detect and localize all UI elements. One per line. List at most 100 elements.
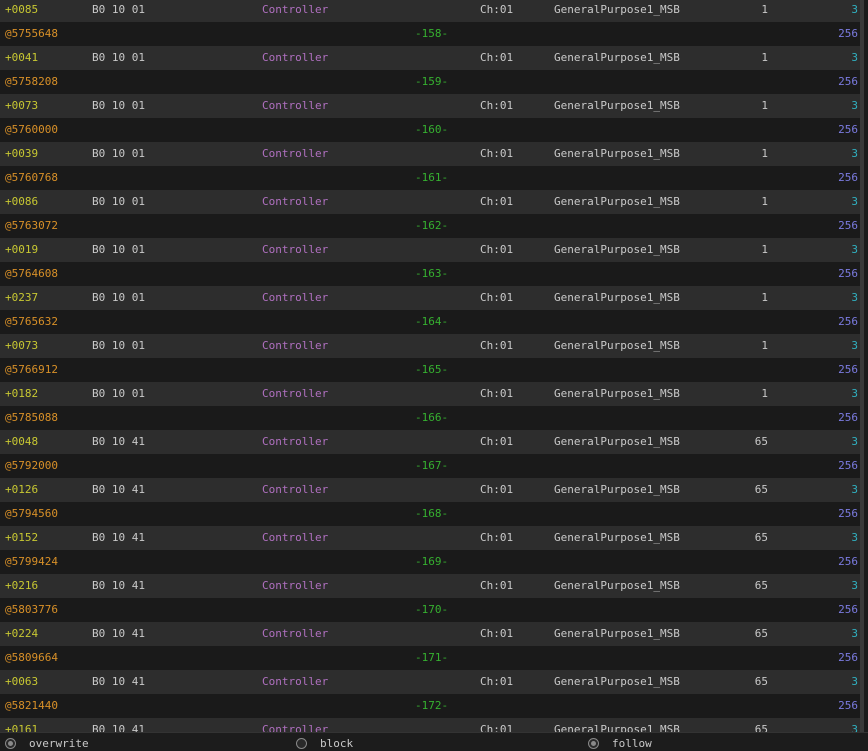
delta-time: +0073 [5,99,39,112]
timestamp-row[interactable]: @5794560 -168- 256 [0,502,864,526]
event-row[interactable]: +0086 B0 10 01 Controller Ch:01 GeneralPurpo… [0,190,864,214]
mode-bar: overwrite block follow [0,732,868,751]
absolute-time: @5803776 [5,603,58,616]
timestamp-row[interactable]: @5764608 -163- 256 [0,262,864,286]
radio-button-icon[interactable] [5,738,16,749]
timestamp-row[interactable]: @5809664 -171- 256 [0,646,864,670]
event-row[interactable]: +0216 B0 10 41 Controller Ch:01 GeneralPurpo… [0,574,864,598]
radio-button-icon[interactable] [296,738,307,749]
radio-button-icon[interactable] [588,738,599,749]
buffer-size: 256 [838,27,858,40]
timestamp-row[interactable]: @5758208 -159- 256 [0,70,864,94]
event-index: -159- [415,75,449,88]
controller-value: 1 [761,147,768,160]
channel-number: 3 [851,147,858,160]
channel: Ch:01 [480,195,514,208]
message-type: Controller [262,483,329,496]
message-type: Controller [262,531,329,544]
buffer-size: 256 [838,171,858,184]
controller-name: GeneralPurpose1_MSB [554,195,680,208]
buffer-size: 256 [838,459,858,472]
channel: Ch:01 [480,243,514,256]
message-type: Controller [262,579,329,592]
event-row[interactable]: +0073 B0 10 01 Controller Ch:01 GeneralPurpo… [0,94,864,118]
raw-bytes: B0 10 41 [92,723,145,732]
controller-value: 65 [754,627,768,640]
event-list: +0085 B0 10 01 Controller Ch:01 GeneralPurpo… [0,0,864,732]
buffer-size: 256 [838,699,858,712]
timestamp-row[interactable]: @5760768 -161- 256 [0,166,864,190]
event-row[interactable]: +0039 B0 10 01 Controller Ch:01 GeneralPurpo… [0,142,864,166]
block-label: block [320,737,354,750]
message-type: Controller [262,99,329,112]
vertical-scrollbar[interactable] [860,0,864,732]
delta-time: +0224 [5,627,39,640]
buffer-size: 256 [838,651,858,664]
timestamp-row[interactable]: @5766912 -165- 256 [0,358,864,382]
message-type: Controller [262,627,329,640]
timestamp-row[interactable]: @5803776 -170- 256 [0,598,864,622]
controller-value: 65 [754,723,768,732]
buffer-size: 256 [838,219,858,232]
controller-value: 65 [754,483,768,496]
event-row[interactable]: +0063 B0 10 41 Controller Ch:01 GeneralPurpo… [0,670,864,694]
timestamp-row[interactable]: @5792000 -167- 256 [0,454,864,478]
scrollbar-thumb[interactable] [860,0,864,732]
midi-event-log[interactable]: +0085 B0 10 01 Controller Ch:01 GeneralPurpo… [0,0,864,732]
event-row[interactable]: +0182 B0 10 01 Controller Ch:01 GeneralPurpo… [0,382,864,406]
event-row[interactable]: +0019 B0 10 01 Controller Ch:01 GeneralPurpo… [0,238,864,262]
event-row[interactable]: +0224 B0 10 41 Controller Ch:01 GeneralPurpo… [0,622,864,646]
delta-time: +0182 [5,387,39,400]
channel-number: 3 [851,675,858,688]
channel-number: 3 [851,579,858,592]
raw-bytes: B0 10 01 [92,99,145,112]
timestamp-row[interactable]: @5785088 -166- 256 [0,406,864,430]
delta-time: +0126 [5,483,39,496]
raw-bytes: B0 10 41 [92,435,145,448]
timestamp-row[interactable]: @5765632 -164- 256 [0,310,864,334]
channel-number: 3 [851,195,858,208]
channel: Ch:01 [480,147,514,160]
controller-name: GeneralPurpose1_MSB [554,147,680,160]
timestamp-row[interactable]: @5821440 -172- 256 [0,694,864,718]
event-row[interactable]: +0126 B0 10 41 Controller Ch:01 GeneralPurpo… [0,478,864,502]
absolute-time: @5763072 [5,219,58,232]
raw-bytes: B0 10 01 [92,291,145,304]
controller-value: 65 [754,579,768,592]
controller-name: GeneralPurpose1_MSB [554,243,680,256]
buffer-size: 256 [838,507,858,520]
channel-number: 3 [851,51,858,64]
event-index: -166- [415,411,449,424]
controller-value: 65 [754,531,768,544]
event-row[interactable]: +0048 B0 10 41 Controller Ch:01 GeneralPurpo… [0,430,864,454]
event-index: -168- [415,507,449,520]
delta-time: +0152 [5,531,39,544]
controller-value: 1 [761,3,768,16]
controller-value: 1 [761,339,768,352]
buffer-size: 256 [838,411,858,424]
event-row[interactable]: +0237 B0 10 01 Controller Ch:01 GeneralPurpo… [0,286,864,310]
event-row[interactable]: +0161 B0 10 41 Controller Ch:01 GeneralPurpo… [0,718,864,732]
channel: Ch:01 [480,579,514,592]
channel-number: 3 [851,627,858,640]
absolute-time: @5794560 [5,507,58,520]
event-index: -162- [415,219,449,232]
message-type: Controller [262,339,329,352]
event-row[interactable]: +0073 B0 10 01 Controller Ch:01 GeneralPurpo… [0,334,864,358]
timestamp-row[interactable]: @5760000 -160- 256 [0,118,864,142]
event-row[interactable]: +0085 B0 10 01 Controller Ch:01 GeneralPurpo… [0,0,864,22]
buffer-size: 256 [838,555,858,568]
controller-name: GeneralPurpose1_MSB [554,339,680,352]
buffer-size: 256 [838,363,858,376]
timestamp-row[interactable]: @5799424 -169- 256 [0,550,864,574]
controller-name: GeneralPurpose1_MSB [554,3,680,16]
timestamp-row[interactable]: @5763072 -162- 256 [0,214,864,238]
message-type: Controller [262,195,329,208]
raw-bytes: B0 10 01 [92,3,145,16]
event-index: -171- [415,651,449,664]
event-row[interactable]: +0041 B0 10 01 Controller Ch:01 GeneralPurpo… [0,46,864,70]
channel-number: 3 [851,291,858,304]
controller-value: 65 [754,435,768,448]
event-row[interactable]: +0152 B0 10 41 Controller Ch:01 GeneralPurpo… [0,526,864,550]
timestamp-row[interactable]: @5755648 -158- 256 [0,22,864,46]
